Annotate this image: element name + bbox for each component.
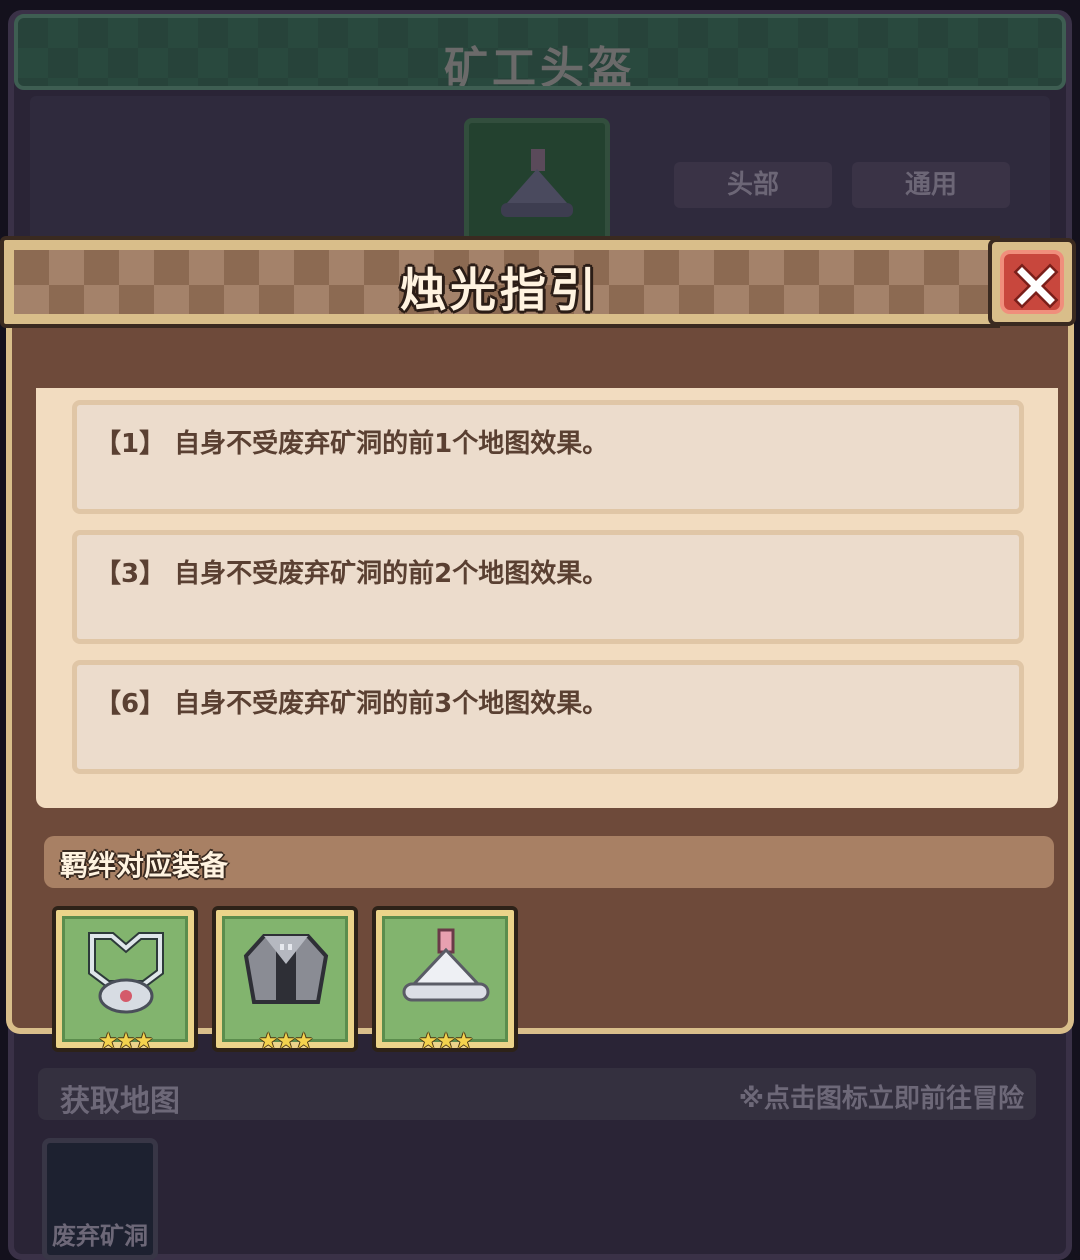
item-title-bar: 矿工头盔 [14,14,1066,90]
map-section-title: 获取地图 [60,1084,180,1119]
bond-equipment-title: 羁绊对应装备 [60,849,229,882]
effects-panel: 【1】 自身不受废弃矿洞的前1个地图效果。 【3】 自身不受废弃矿洞的前2个地图… [36,388,1058,808]
star-rating: ★★★ [98,1029,153,1054]
modal-header: 烛光指引 [0,236,1000,328]
star-rating: ★★★ [418,1029,473,1054]
modal-body: 【1】 自身不受废弃矿洞的前1个地图效果。 【3】 自身不受废弃矿洞的前2个地图… [6,296,1074,1054]
effect-card: 【3】 自身不受废弃矿洞的前2个地图效果。 [72,530,1024,644]
tag-head: 头部 [674,162,832,208]
necklace-icon [88,932,164,1014]
star-rating: ★★★ [258,1029,313,1054]
equip-slot-helmet[interactable]: ★★★ [372,906,518,1054]
effect-card: 【1】 自身不受废弃矿洞的前1个地图效果。 [72,400,1024,514]
effect-text: 【3】 自身不受废弃矿洞的前2个地图效果。 [95,559,609,589]
miner-helmet-icon [402,928,490,1002]
map-section-hint: ※点击图标立即前往冒险 [738,1084,1024,1114]
bond-effect-modal: 【1】 自身不受废弃矿洞的前1个地图效果。 【3】 自身不受废弃矿洞的前2个地图… [0,236,1080,1054]
modal-title: 烛光指引 [400,263,600,317]
map-tile-label: 废弃矿洞 [52,1222,148,1250]
equip-slot-coat[interactable]: ★★★ [212,906,358,1054]
effect-text: 【6】 自身不受废弃矿洞的前3个地图效果。 [95,689,609,719]
equip-slot-necklace[interactable]: ★★★ [52,906,198,1054]
map-section-bar: 获取地图 ※点击图标立即前往冒险 [38,1068,1036,1120]
close-icon [1013,263,1059,309]
map-tile-abandoned-mine[interactable]: 废弃矿洞 [42,1138,158,1260]
effect-card: 【6】 自身不受废弃矿洞的前3个地图效果。 [72,660,1024,774]
coat-icon [243,934,329,1004]
bond-equipment-header: 羁绊对应装备 [44,836,1054,888]
item-title: 矿工头盔 [444,43,636,90]
item-helmet-icon [464,118,610,248]
effect-text: 【1】 自身不受废弃矿洞的前1个地图效果。 [95,429,609,459]
tag-general: 通用 [852,162,1010,208]
close-button[interactable] [988,238,1076,326]
